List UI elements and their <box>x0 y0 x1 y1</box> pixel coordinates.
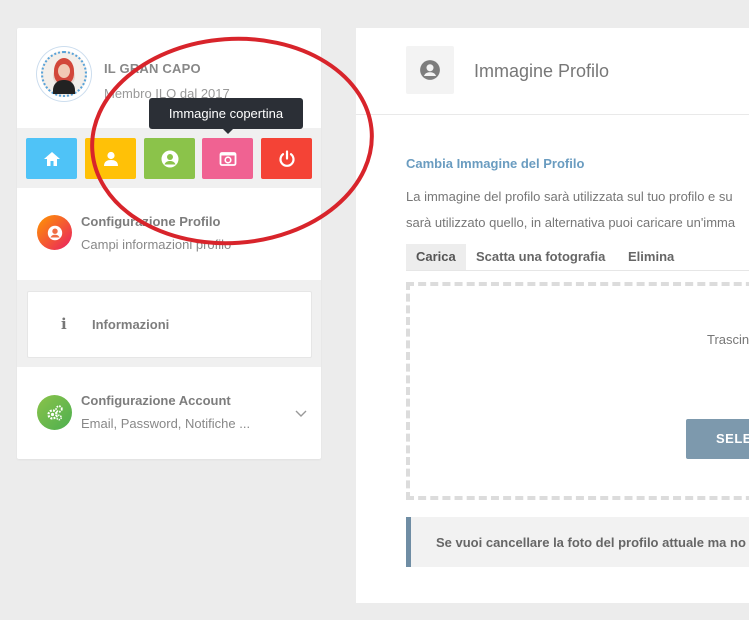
sidebar: IL GRAN CAPO Membro ILO dal 2017 Immagin… <box>17 28 321 459</box>
menu-title: Informazioni <box>92 317 170 332</box>
home-icon <box>43 151 60 166</box>
profile-button[interactable] <box>85 138 136 179</box>
description-line-2: sarà utilizzato quello, in alternativa p… <box>406 215 736 230</box>
info-icon: i <box>61 315 67 333</box>
chevron-down-icon[interactable] <box>295 410 307 418</box>
menu-subtitle: Campi informazioni profilo <box>81 237 232 252</box>
description-line-1: La immagine del profilo sarà utilizzata … <box>406 189 733 204</box>
gears-icon <box>37 395 72 430</box>
action-bar <box>17 128 321 188</box>
tab-upload[interactable]: Carica <box>406 244 466 270</box>
dropzone-text: Trascin <box>707 332 749 347</box>
notice-box: Se vuoi cancellare la foto del profilo a… <box>406 517 749 567</box>
power-icon <box>278 149 295 167</box>
menu-item-profile-config[interactable]: Configurazione Profilo Campi informazion… <box>17 189 321 279</box>
page-title: Immagine Profilo <box>474 61 610 81</box>
home-button[interactable] <box>26 138 77 179</box>
select-file-button[interactable]: SELEZ <box>686 419 749 459</box>
avatar-button[interactable] <box>144 138 195 179</box>
menu-item-account-config[interactable]: Configurazione Account Email, Password, … <box>17 368 321 458</box>
user-name: IL GRAN CAPO <box>104 61 201 76</box>
notice-text: Se vuoi cancellare la foto del profilo a… <box>436 535 746 550</box>
panel-header: Immagine Profilo <box>356 28 749 115</box>
cover-image-button[interactable] <box>202 138 253 179</box>
user-circle-icon <box>161 150 178 167</box>
profile-config-icon <box>37 215 72 250</box>
section-title: Cambia Immagine del Profilo <box>406 156 585 171</box>
menu-title: Configurazione Account <box>81 393 231 408</box>
user-icon <box>103 151 118 166</box>
upload-tabs: Carica Scatta una fotografia Elimina <box>406 244 749 271</box>
tooltip: Immagine copertina <box>149 98 303 134</box>
menu-subtitle: Email, Password, Notifiche ... <box>81 416 251 431</box>
camera-icon <box>219 151 236 166</box>
tab-take-photo[interactable]: Scatta una fotografia <box>466 244 615 270</box>
logout-button[interactable] <box>261 138 312 179</box>
main-panel: Immagine Profilo Cambia Immagine del Pro… <box>356 28 749 603</box>
dropzone[interactable] <box>406 282 749 500</box>
tab-delete[interactable]: Elimina <box>618 244 684 270</box>
avatar[interactable] <box>39 49 89 99</box>
menu-title: Configurazione Profilo <box>81 214 221 229</box>
menu-item-info[interactable]: i Informazioni <box>27 291 312 358</box>
user-circle-icon <box>406 46 454 94</box>
